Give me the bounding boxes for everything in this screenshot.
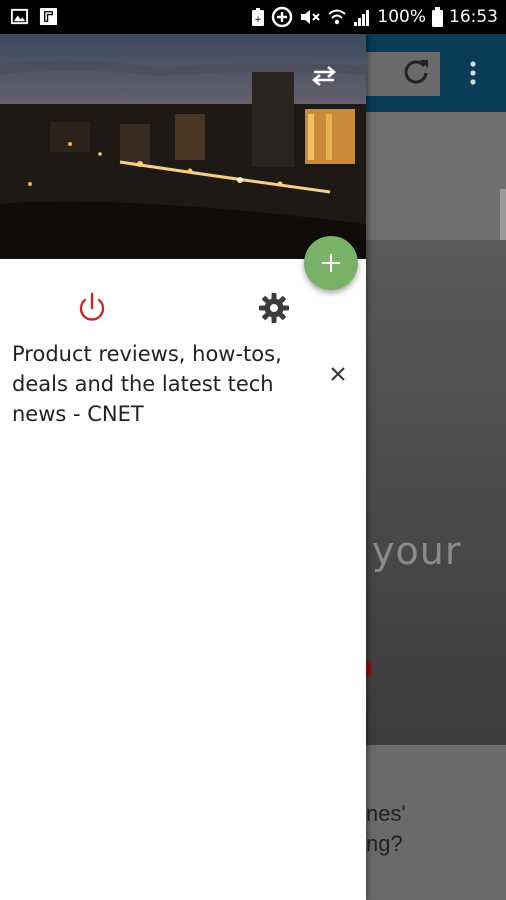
battery-percent: 100% [377, 7, 426, 27]
new-tab-fab[interactable] [304, 236, 358, 290]
hero-text: your [372, 529, 462, 573]
data-saver-icon [272, 6, 293, 28]
signal-icon [354, 10, 370, 26]
flipboard-notification-icon [39, 7, 58, 26]
page-header-strip [366, 112, 506, 240]
reload-icon[interactable] [400, 56, 432, 88]
svg-text:+: + [255, 15, 263, 25]
article-card-text-line2: ng? [366, 831, 403, 856]
mute-icon [301, 10, 321, 24]
tab-list-item[interactable]: Product reviews, how-tos, deals and the … [12, 339, 312, 429]
battery-icon [432, 7, 443, 27]
scrollbar[interactable] [500, 189, 506, 243]
image-notification-icon [10, 8, 29, 25]
page-hero [366, 240, 506, 745]
tab-title[interactable]: Product reviews, how-tos, deals and the … [12, 339, 312, 429]
swap-tabs-button[interactable] [300, 52, 348, 100]
tabs-drawer: Product reviews, how-tos, deals and the … [0, 34, 366, 900]
status-bar: + 100% 16:53 [0, 0, 506, 34]
close-icon[interactable] [324, 360, 352, 388]
wifi-icon [328, 9, 347, 25]
power-icon[interactable] [74, 290, 110, 326]
article-card-text-line1: nes' [366, 801, 406, 826]
plus-icon [322, 254, 340, 272]
swap-horizontal-icon [311, 66, 337, 86]
overflow-menu-icon[interactable] [462, 58, 484, 88]
gear-icon[interactable] [256, 290, 292, 326]
clock: 16:53 [449, 7, 498, 27]
battery-saver-icon: + [252, 8, 265, 26]
